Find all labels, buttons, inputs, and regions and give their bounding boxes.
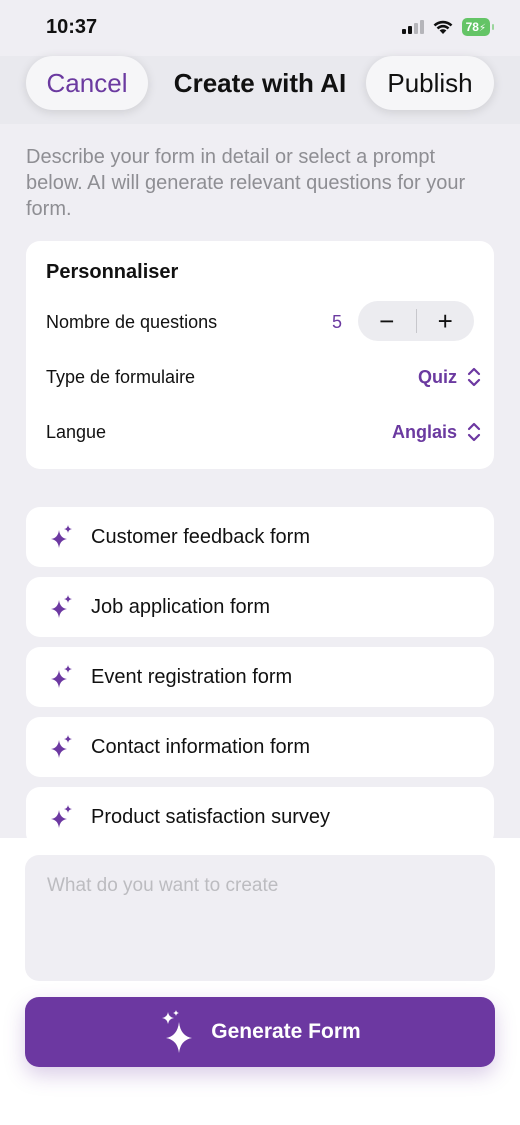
settings-card: Personnaliser Nombre de questions 5 − + … [26, 241, 494, 469]
sparkles-icon [51, 665, 72, 688]
battery-level: 78 [465, 20, 479, 34]
sparkles-icon [51, 805, 72, 828]
battery-icon: 78⚡ [461, 18, 495, 36]
settings-title: Personnaliser [46, 261, 179, 283]
status-time: 10:37 [46, 16, 98, 38]
prompt-label: Customer feedback form [91, 525, 310, 548]
question-count-label: Nombre de questions [46, 312, 218, 332]
chevron-up-down-icon[interactable] [466, 421, 482, 443]
intro-text: Describe your form in detail or select a… [26, 146, 466, 220]
decrement-button[interactable]: − [358, 301, 416, 341]
prompt-item[interactable]: Job application form [26, 577, 494, 637]
form-type-label: Type de formulaire [46, 367, 196, 387]
chevron-up-down-icon[interactable] [466, 366, 482, 388]
navigation-header: Cancel Create with AI Publish [0, 56, 520, 124]
question-count-value: 5 [331, 312, 342, 332]
sparkles-icon [51, 525, 72, 548]
language-select[interactable]: Anglais [392, 422, 457, 443]
wifi-icon [433, 20, 453, 34]
generate-form-label: Generate Form [211, 1020, 361, 1043]
prompt-item[interactable]: Customer feedback form [26, 507, 494, 567]
status-icons: 78⚡ [401, 18, 495, 36]
language-label: Langue [46, 422, 107, 442]
generate-form-button[interactable]: Generate Form [25, 997, 495, 1067]
increment-button[interactable]: + [417, 301, 475, 341]
prompt-label: Job application form [91, 595, 270, 618]
prompt-item[interactable]: Product satisfaction survey [26, 787, 494, 838]
sparkles-icon [51, 735, 72, 758]
prompt-label: Contact information form [91, 735, 310, 758]
form-type-select[interactable]: Quiz [418, 367, 457, 388]
sparkles-icon [162, 1010, 193, 1053]
prompt-item[interactable]: Event registration form [26, 647, 494, 707]
scroll-content[interactable]: Describe your form in detail or select a… [0, 124, 520, 838]
prompt-label: Event registration form [91, 665, 293, 688]
question-count-stepper: − + [358, 301, 474, 341]
composer-panel: Generate Form [0, 838, 520, 1125]
prompt-item[interactable]: Contact information form [26, 717, 494, 777]
cellular-signal-icon [401, 20, 424, 34]
prompt-label: Product satisfaction survey [91, 805, 330, 828]
status-bar: 10:37 78⚡ [0, 0, 520, 56]
publish-button[interactable]: Publish [366, 56, 494, 110]
prompt-input[interactable] [25, 855, 495, 981]
sparkles-icon [51, 595, 72, 618]
